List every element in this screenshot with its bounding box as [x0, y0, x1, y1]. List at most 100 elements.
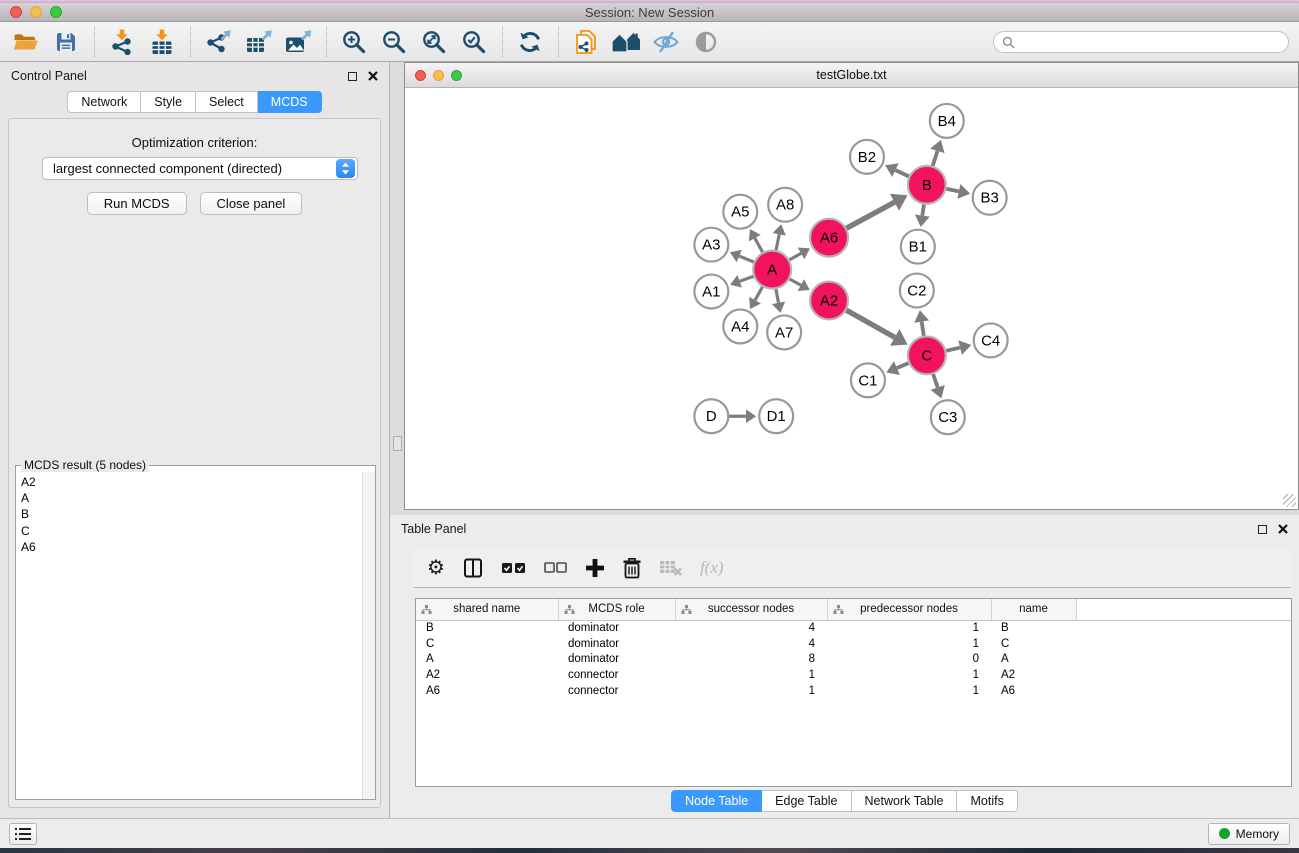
- tab-network[interactable]: Network: [67, 91, 141, 113]
- graph-edge-B-B1[interactable]: [922, 204, 924, 216]
- show-columns-button[interactable]: [462, 557, 484, 579]
- graph-node-C1[interactable]: C1: [851, 363, 885, 397]
- close-panel-icon[interactable]: [368, 71, 378, 81]
- result-item-a6[interactable]: A6: [17, 539, 361, 555]
- graph-edge-C-C2[interactable]: [922, 322, 924, 337]
- network-close-button[interactable]: [415, 70, 426, 81]
- network-canvas[interactable]: B4B2BB3B1A5A8A6A3AA1A2C2A4A7C4CC1C3DD1: [405, 88, 1298, 509]
- select-all-button[interactable]: [501, 559, 527, 577]
- copy-network-button[interactable]: [570, 26, 602, 58]
- graph-node-B2[interactable]: B2: [850, 140, 884, 174]
- graph-node-C3[interactable]: C3: [931, 400, 965, 434]
- zoom-selected-button[interactable]: [458, 26, 490, 58]
- save-session-button[interactable]: [50, 26, 82, 58]
- table-tab-node-table[interactable]: Node Table: [671, 790, 762, 812]
- graph-edge-B-B2[interactable]: [895, 170, 909, 177]
- graph-node-B[interactable]: B: [908, 166, 946, 204]
- graph-node-C[interactable]: C: [908, 336, 946, 374]
- table-tab-edge-table[interactable]: Edge Table: [762, 790, 851, 812]
- graph-node-A1[interactable]: A1: [694, 275, 728, 309]
- add-column-button[interactable]: [585, 558, 605, 578]
- zoom-in-button[interactable]: [338, 26, 370, 58]
- graph-node-C4[interactable]: C4: [974, 323, 1008, 357]
- import-network-button[interactable]: [106, 26, 138, 58]
- graph-edge-A6-B[interactable]: [846, 202, 895, 228]
- close-panel-button[interactable]: Close panel: [200, 192, 303, 215]
- table-row[interactable]: Cdominator41C: [416, 636, 1291, 652]
- graph-edge-A2-C[interactable]: [846, 310, 895, 338]
- graph-node-A5[interactable]: A5: [723, 195, 757, 229]
- graph-node-B1[interactable]: B1: [901, 230, 935, 264]
- graph-edge-A-A4[interactable]: [755, 286, 763, 300]
- float-table-panel-icon[interactable]: [1258, 525, 1267, 534]
- export-image-button[interactable]: [282, 26, 314, 58]
- open-file-button[interactable]: [10, 26, 42, 58]
- table-row[interactable]: A2connector11A2: [416, 667, 1291, 683]
- column-header-shared-name[interactable]: shared name: [416, 599, 558, 620]
- zoom-fit-button[interactable]: [418, 26, 450, 58]
- graph-node-A4[interactable]: A4: [723, 309, 757, 343]
- graph-edge-B-B3[interactable]: [945, 189, 959, 192]
- result-scrollbar[interactable]: [362, 472, 375, 799]
- network-maximize-button[interactable]: [451, 70, 462, 81]
- run-mcds-button[interactable]: Run MCDS: [87, 192, 187, 215]
- result-item-c[interactable]: C: [17, 523, 361, 539]
- delete-column-button[interactable]: [622, 557, 642, 579]
- table-row[interactable]: Bdominator41B: [416, 620, 1291, 636]
- graph-edge-A-A6[interactable]: [789, 253, 801, 260]
- graph-edge-A-A7[interactable]: [776, 288, 779, 303]
- import-table-button[interactable]: [146, 26, 178, 58]
- close-table-panel-icon[interactable]: [1278, 524, 1288, 534]
- hide-graphics-details-button[interactable]: [650, 26, 682, 58]
- graph-edge-C-C1[interactable]: [897, 363, 909, 368]
- resize-grip-icon[interactable]: [1283, 494, 1296, 507]
- graph-node-D[interactable]: D: [694, 399, 728, 433]
- graph-node-D1[interactable]: D1: [759, 399, 793, 433]
- panel-divider-handle[interactable]: [393, 436, 402, 451]
- graph-node-B4[interactable]: B4: [930, 104, 964, 138]
- graph-node-A2[interactable]: A2: [810, 282, 848, 320]
- refresh-view-button[interactable]: [514, 26, 546, 58]
- zoom-out-button[interactable]: [378, 26, 410, 58]
- tab-mcds[interactable]: MCDS: [258, 91, 322, 113]
- result-item-a2[interactable]: A2: [17, 474, 361, 490]
- graph-node-A8[interactable]: A8: [768, 188, 802, 222]
- graph-node-A7[interactable]: A7: [767, 315, 801, 349]
- search-input[interactable]: [1020, 35, 1280, 49]
- graph-node-A3[interactable]: A3: [694, 228, 728, 262]
- graph-edge-C-C3[interactable]: [933, 373, 938, 387]
- graph-edge-A-A2[interactable]: [789, 279, 801, 286]
- result-item-a[interactable]: A: [17, 490, 361, 506]
- table-row[interactable]: A6connector11A6: [416, 683, 1291, 699]
- graph-edge-A-A5[interactable]: [755, 238, 763, 253]
- graph-node-A6[interactable]: A6: [810, 219, 848, 257]
- column-header-predecessor-nodes[interactable]: predecessor nodes: [827, 599, 991, 620]
- graph-node-C2[interactable]: C2: [900, 274, 934, 308]
- result-item-b[interactable]: B: [17, 506, 361, 522]
- memory-button[interactable]: Memory: [1208, 823, 1290, 845]
- network-minimize-button[interactable]: [433, 70, 444, 81]
- deselect-all-button[interactable]: [544, 560, 568, 576]
- float-panel-icon[interactable]: [348, 72, 357, 81]
- tab-select[interactable]: Select: [196, 91, 258, 113]
- export-table-button[interactable]: [242, 26, 274, 58]
- column-header-successor-nodes[interactable]: successor nodes: [675, 599, 827, 620]
- function-builder-button[interactable]: f(x): [700, 558, 724, 578]
- graph-node-B3[interactable]: B3: [973, 181, 1007, 215]
- graph-edge-A-A1[interactable]: [740, 276, 755, 281]
- graph-edge-A-A8[interactable]: [776, 234, 779, 251]
- task-history-button[interactable]: [9, 823, 37, 845]
- table-tab-network-table[interactable]: Network Table: [852, 790, 958, 812]
- export-network-button[interactable]: [202, 26, 234, 58]
- graph-edge-C-C4[interactable]: [945, 348, 960, 351]
- column-header-mcds-role[interactable]: MCDS role: [558, 599, 675, 620]
- table-row[interactable]: Adominator80A: [416, 652, 1291, 668]
- graph-edge-A-A3[interactable]: [739, 256, 754, 262]
- graph-edge-B-B4[interactable]: [932, 151, 937, 167]
- column-header-name[interactable]: name: [991, 599, 1076, 620]
- table-tab-motifs[interactable]: Motifs: [957, 790, 1017, 812]
- show-graphics-details-button[interactable]: [690, 26, 722, 58]
- optimization-dropdown[interactable]: largest connected component (directed): [42, 157, 358, 180]
- search-box[interactable]: [993, 31, 1289, 53]
- tab-style[interactable]: Style: [141, 91, 196, 113]
